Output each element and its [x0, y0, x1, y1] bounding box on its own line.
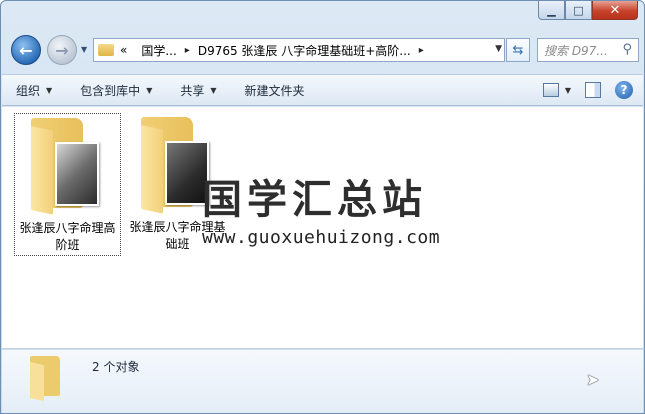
- preview-pane-icon[interactable]: [585, 82, 601, 98]
- refresh-button[interactable]: ⇆: [506, 38, 530, 62]
- chevron-down-icon: ▼: [46, 85, 53, 95]
- breadcrumb-separator[interactable]: ▸: [185, 45, 190, 56]
- chevron-down-icon: ▼: [146, 85, 153, 95]
- help-icon[interactable]: ?: [615, 81, 633, 99]
- toolbar-right: ▼ ?: [542, 81, 633, 99]
- chevron-down-icon[interactable]: ▼: [495, 44, 502, 54]
- recent-pages-icon[interactable]: ▼: [81, 45, 87, 54]
- navigation-row: ← → ▼ « 国学... ▸ D9765 张逢辰 八字命理基础班+高阶... …: [9, 33, 639, 67]
- folder-icon: [30, 356, 66, 401]
- address-bar[interactable]: « 国学... ▸ D9765 张逢辰 八字命理基础班+高阶... ▸ ▼: [93, 38, 505, 62]
- breadcrumb-item[interactable]: D9765 张逢辰 八字命理基础班+高阶...: [198, 42, 411, 59]
- new-folder-button[interactable]: 新建文件夹: [231, 75, 319, 105]
- refresh-icon: ⇆: [512, 42, 524, 58]
- command-bar: 组织 ▼ 包含到库中 ▼ 共享 ▼ 新建文件夹 ▼ ?: [2, 74, 643, 106]
- search-input[interactable]: 搜索 D97... ⚲: [537, 38, 639, 62]
- folder-name: 张逢辰八字命理基础班: [129, 220, 226, 251]
- item-count: 2 个对象: [92, 360, 140, 374]
- folder-name: 张逢辰八字命理高阶班: [19, 221, 116, 252]
- folder-icon: [98, 44, 114, 56]
- caption-buttons: ▁ □ ✕: [538, 1, 638, 20]
- mouse-cursor-icon: ➤: [586, 370, 600, 389]
- folder-item[interactable]: 张逢辰八字命理基础班: [124, 113, 231, 256]
- explorer-window: ▁ □ ✕ ← → ▼ « 国学... ▸ D9765 张逢辰 八字命理基础班+…: [0, 0, 645, 414]
- minimize-button[interactable]: ▁: [538, 1, 565, 20]
- search-placeholder: 搜索 D97...: [544, 43, 608, 58]
- organize-menu[interactable]: 组织 ▼: [2, 75, 66, 105]
- back-button[interactable]: ←: [11, 35, 41, 65]
- back-arrow-icon: ←: [19, 40, 33, 60]
- watermark: 国学汇总站 www.guoxuehuizong.com: [202, 167, 502, 248]
- details-pane: 2 个对象 ➤: [2, 350, 643, 413]
- folder-icon: [137, 115, 219, 215]
- breadcrumb-item[interactable]: 国学...: [141, 42, 176, 59]
- file-list[interactable]: 张逢辰八字命理高阶班 张逢辰八字命理基础班 国学汇总站 www.guoxuehu…: [2, 107, 643, 349]
- chevron-down-icon[interactable]: ▼: [565, 86, 571, 95]
- breadcrumb-separator[interactable]: ▸: [419, 45, 424, 56]
- watermark-title: 国学汇总站: [202, 177, 427, 223]
- folder-icon: [27, 116, 109, 216]
- breadcrumb-overflow[interactable]: «: [120, 43, 127, 57]
- watermark-url: www.guoxuehuizong.com: [202, 227, 441, 248]
- include-in-library-menu[interactable]: 包含到库中 ▼: [66, 75, 166, 105]
- forward-button[interactable]: →: [47, 35, 77, 65]
- close-button[interactable]: ✕: [592, 1, 638, 20]
- folder-item[interactable]: 张逢辰八字命理高阶班: [14, 113, 121, 256]
- forward-arrow-icon: →: [55, 40, 69, 60]
- share-menu[interactable]: 共享 ▼: [166, 75, 230, 105]
- search-icon: ⚲: [622, 42, 632, 57]
- maximize-button[interactable]: □: [565, 1, 592, 20]
- chevron-down-icon: ▼: [210, 85, 217, 95]
- change-view-icon[interactable]: [542, 83, 559, 97]
